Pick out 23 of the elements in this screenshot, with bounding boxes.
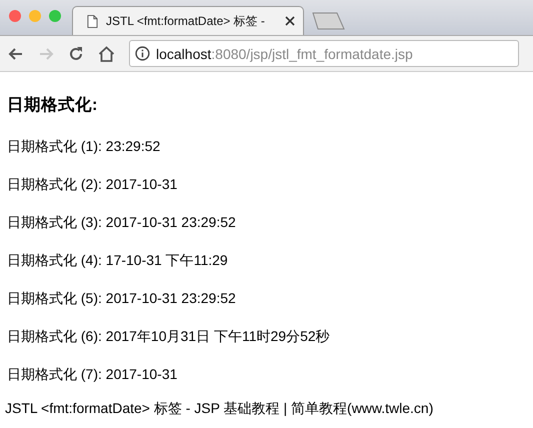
zoom-window-icon[interactable] [49, 10, 61, 22]
page-heading: 日期格式化: [7, 95, 98, 116]
info-icon [135, 46, 150, 61]
home-icon[interactable] [98, 46, 115, 62]
date-format-line: 日期格式化 (3): 2017-10-31 23:29:52 [7, 214, 237, 232]
date-format-line: 日期格式化 (6): 2017年10月31日 下午11时29分52秒 [7, 328, 331, 346]
address-field[interactable]: localhost:8080/jsp/jstl_fmt_formatdate.jsp [129, 40, 519, 67]
close-window-icon[interactable] [9, 10, 21, 22]
date-format-line: 日期格式化 (4): 17-10-31 下午11:29 [7, 252, 229, 270]
page-title-text: JSTL <fmt:formatDate> 标签 - JSP 基础教程 | 简单教程(www.twle.cn) [5, 400, 434, 418]
date-format-line: 日期格式化 (5): 2017-10-31 23:29:52 [7, 290, 237, 308]
date-format-line: 日期格式化 (2): 2017-10-31 [7, 176, 178, 194]
new-tab-button[interactable] [312, 12, 346, 30]
date-format-line: 日期格式化 (7): 2017-10-31 [7, 366, 178, 384]
minimize-window-icon[interactable] [29, 10, 41, 22]
date-format-line: 日期格式化 (1): 23:29:52 [7, 138, 162, 156]
back-icon[interactable] [8, 46, 24, 62]
browser-tab[interactable]: JSTL <fmt:formatDate> 标签 - [72, 6, 304, 35]
url-text: localhost:8080/jsp/jstl_fmt_formatdate.jsp [156, 46, 413, 62]
reload-icon[interactable] [68, 46, 84, 62]
close-icon[interactable] [285, 16, 295, 26]
forward-icon[interactable] [38, 46, 54, 62]
document-icon [87, 14, 98, 28]
